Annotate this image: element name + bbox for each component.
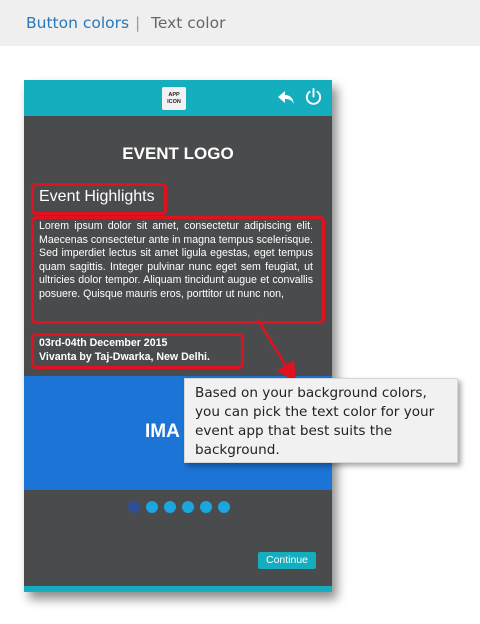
phone-footer (24, 586, 332, 592)
carousel-dot[interactable] (182, 501, 194, 513)
tab-separator: | (135, 14, 141, 32)
carousel-dot[interactable] (218, 501, 230, 513)
carousel-dot[interactable] (200, 501, 212, 513)
event-logo: EVENT LOGO (122, 144, 234, 163)
app-icon-line1: APP (168, 91, 180, 98)
app-icon-line2: ICON (167, 98, 181, 105)
carousel-dot[interactable] (164, 501, 176, 513)
event-date: 03rd-04th December 2015 (39, 337, 168, 349)
event-venue: Vivanta by Taj-Dwarka, New Delhi. (39, 351, 210, 363)
event-description: Lorem ipsum dolor sit amet, consectetur … (39, 220, 313, 300)
power-icon[interactable] (304, 87, 323, 106)
carousel-dot[interactable] (128, 501, 140, 513)
tab-text-color[interactable]: Text color (151, 14, 225, 32)
event-highlights-title: Event Highlights (39, 188, 155, 205)
tab-button-colors[interactable]: Button colors (26, 14, 129, 32)
carousel-dots (128, 501, 230, 513)
phone-preview: APP ICON EVENT LOGO Event Highlights Lor… (24, 80, 332, 592)
phone-header: APP ICON (24, 80, 332, 116)
carousel-dot[interactable] (146, 501, 158, 513)
back-arrow-icon[interactable] (277, 88, 295, 106)
top-nav: Button colors | Text color (0, 0, 480, 46)
image-label: IMA (145, 421, 180, 442)
app-icon: APP ICON (162, 87, 186, 110)
callout-text: Based on your background colors, you can… (195, 385, 435, 458)
callout-tooltip: Based on your background colors, you can… (184, 378, 458, 463)
continue-button[interactable]: Continue (258, 552, 316, 569)
